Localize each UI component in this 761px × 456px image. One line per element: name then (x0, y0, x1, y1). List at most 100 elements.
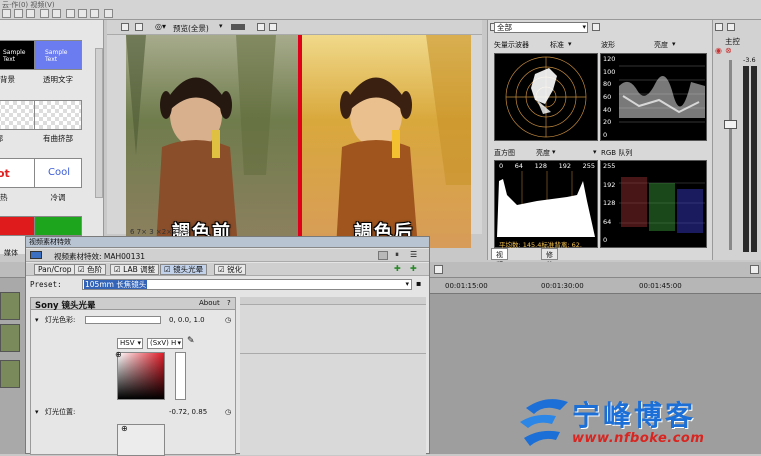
master-fader-handle[interactable] (724, 120, 737, 129)
watermark: 宁峰博客 www.nfboke.com (516, 392, 761, 454)
scope-refresh-button[interactable] (592, 23, 600, 31)
overlay-button[interactable] (231, 24, 245, 30)
media-thumb-1[interactable]: Sample Text (34, 40, 82, 70)
track-thumbnail[interactable] (0, 292, 20, 320)
preset-label: Preset: (30, 280, 62, 289)
bus-button[interactable] (715, 23, 723, 31)
expand-icon[interactable]: ▾ (35, 406, 39, 418)
expand-icon[interactable]: ▾ (35, 314, 39, 326)
clock-icon[interactable]: ◷ (225, 406, 231, 418)
pause-icon[interactable]: ⏸ (395, 250, 399, 260)
chain-lab-adjust[interactable]: ☑ LAB 调整 (110, 264, 160, 275)
keyframe-divider (240, 353, 426, 354)
keyframe-area[interactable] (240, 297, 426, 455)
toolbar-button[interactable] (2, 9, 11, 18)
list-icon[interactable]: ☰ (410, 250, 417, 259)
help-button[interactable]: ? (227, 299, 231, 307)
preview-quality-dropdown[interactable]: 预览(全景) (173, 23, 209, 34)
media-tab[interactable]: 媒体 (4, 248, 18, 258)
histogram-option[interactable]: 亮度 (536, 148, 550, 158)
media-label-3: 有曲挤部 (43, 134, 73, 143)
parade-tick: 192 (603, 180, 616, 189)
toolbar-button[interactable] (78, 9, 87, 18)
save-preset-icon[interactable]: ▪ (416, 279, 421, 288)
color-picker-square[interactable] (117, 352, 165, 400)
track-thumbnail[interactable] (0, 324, 20, 352)
light-color-value[interactable]: 0, 0.0, 1.0 (169, 314, 205, 326)
timeline-ruler[interactable]: 00:01:15:00 00:01:30:00 00:01:45:00 (425, 278, 761, 294)
chevron-down-icon[interactable]: ▾ (568, 40, 572, 48)
watermark-logo (520, 399, 568, 446)
mute-icon[interactable]: ◉ (715, 46, 722, 55)
tab-trimmer[interactable]: 修剪器 (541, 248, 558, 279)
grid-icon[interactable]: ◎▾ (155, 22, 166, 31)
fader-track (729, 60, 732, 250)
preview-toolbar: ◎▾ 预览(全景) ▾ (107, 20, 482, 35)
position-pad[interactable]: ⊕ (117, 424, 165, 456)
chain-levels[interactable]: ☑ 色阶 (74, 264, 107, 275)
rgb-parade-scope: 255 192 128 64 0 (600, 160, 707, 248)
toolbar-button[interactable] (26, 9, 35, 18)
chevron-down-icon[interactable]: ▾ (593, 148, 597, 156)
toolbar-button[interactable] (90, 9, 99, 18)
color-mode-select[interactable]: HSV ▾ (117, 338, 143, 349)
toolbar-button[interactable] (52, 9, 61, 18)
solo-icon[interactable]: ⊗ (725, 46, 732, 55)
media-thumb-green[interactable] (34, 216, 82, 236)
meter-bar-right (751, 66, 757, 252)
plugin-chain: Pan/Crop ☑ 色阶 ☑ LAB 调整 ☑ 镜头光晕 ☑ 锐化 ✚ ✚ (26, 263, 429, 276)
position-crosshair-icon[interactable]: ⊕ (121, 424, 128, 433)
chain-settings-icon[interactable]: ✚ (410, 264, 417, 273)
media-thumb-3[interactable] (34, 100, 82, 130)
timeline-tool-button[interactable] (750, 265, 759, 274)
track-thumbnail[interactable] (0, 360, 20, 388)
chevron-down-icon[interactable]: ▾ (672, 40, 676, 48)
preview-settings-button[interactable] (121, 23, 129, 31)
chain-sharpen[interactable]: ☑ 锐化 (214, 264, 247, 275)
waveform-tick: 80 (603, 80, 612, 89)
preview-button[interactable] (135, 23, 143, 31)
picker-crosshair-icon[interactable]: ⊕ (115, 350, 122, 359)
waveform-tick: 0 (603, 130, 608, 139)
scope-mode-select[interactable]: 全部 ▾ (494, 22, 588, 33)
toolbar-button[interactable] (40, 9, 49, 18)
media-scrollbar[interactable] (95, 48, 103, 198)
chain-add-icon[interactable]: ✚ (394, 264, 401, 273)
eyedropper-icon[interactable]: ✎ (187, 336, 195, 346)
timecode-label: 00:01:30:00 (541, 282, 584, 290)
split-screen-divider[interactable] (298, 35, 302, 248)
fx-dialog-titlebar[interactable]: 视频素材特效 (26, 237, 429, 248)
light-position-row: ▾ 灯光位置: -0.72, 0.85 ◷ (31, 406, 235, 418)
tab-video-scope[interactable]: 视频示波器 (491, 248, 508, 299)
vectorscope (494, 53, 598, 141)
toolbar-button[interactable] (66, 9, 75, 18)
about-button[interactable]: About (199, 299, 220, 307)
parade-tick: 0 (603, 236, 608, 244)
timecode-label: 00:01:45:00 (639, 282, 682, 290)
waveform-option[interactable]: 亮度 (654, 40, 668, 50)
copy-snapshot-button[interactable] (257, 23, 265, 31)
chevron-down-icon[interactable]: ▾ (552, 148, 556, 156)
bus-button[interactable] (727, 23, 735, 31)
chevron-down-icon: ▾ (137, 339, 141, 347)
color-axis-select[interactable]: (SxV) H ▾ (147, 338, 183, 349)
chevron-down-icon[interactable]: ▾ (219, 22, 223, 30)
save-snapshot-button[interactable] (269, 23, 277, 31)
media-label-1: 透明文字 (43, 75, 73, 84)
chain-lens-flare[interactable]: ☑ 镜头光晕 (160, 264, 208, 275)
chain-pan-crop[interactable]: Pan/Crop (34, 264, 76, 275)
timeline-tool-button[interactable] (434, 265, 443, 274)
parade-tick: 64 (603, 217, 612, 226)
bypass-button[interactable] (378, 251, 388, 260)
fx-header-text: 视频素材特效: MAH00131 (54, 252, 146, 261)
clock-icon[interactable]: ◷ (225, 314, 231, 326)
preview-video-frame[interactable]: 調色前 調色后 (126, 35, 471, 248)
preset-dropdown[interactable]: 105mm 长焦镜头 ▾ (82, 279, 412, 290)
vectorscope-option[interactable]: 标准 (550, 40, 564, 50)
toolbar-button[interactable] (104, 9, 113, 18)
media-thumb-5[interactable]: Cool (34, 158, 82, 188)
light-color-swatch[interactable] (85, 316, 161, 324)
toolbar-button[interactable] (14, 9, 23, 18)
light-position-value[interactable]: -0.72, 0.85 (169, 406, 207, 418)
value-slider[interactable] (175, 352, 186, 400)
